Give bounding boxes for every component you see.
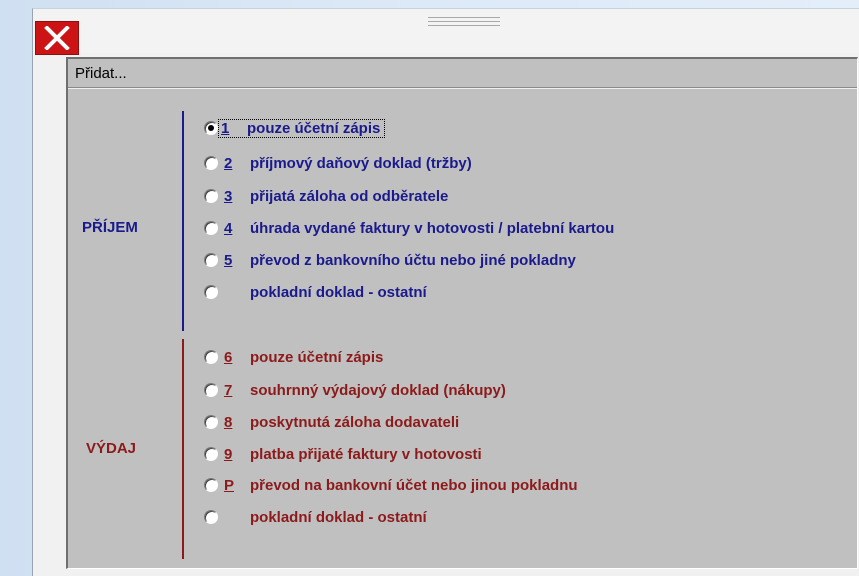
title-bar[interactable] <box>33 9 859 55</box>
expense-option-p[interactable]: P převod na bankovní účet nebo jinou pok… <box>204 474 578 496</box>
close-icon <box>44 26 70 50</box>
income-option-1[interactable]: 1 pouze účetní zápis <box>204 117 386 139</box>
radio-button[interactable] <box>204 350 218 364</box>
option-key: 2 <box>224 154 233 172</box>
expense-option-6[interactable]: 6 pouze účetní zápis <box>204 346 383 368</box>
option-label: převod z bankovního účtu nebo jiné pokla… <box>250 251 576 269</box>
option-label: pokladní doklad - ostatní <box>250 508 427 526</box>
income-divider <box>182 111 184 331</box>
expense-divider <box>182 339 184 559</box>
option-label: převod na bankovní účet nebo jinou pokla… <box>250 476 578 494</box>
close-button[interactable] <box>35 21 79 55</box>
radio-button[interactable] <box>204 415 218 429</box>
radio-button[interactable] <box>204 189 218 203</box>
expense-option-9[interactable]: 9 platba přijaté faktury v hotovosti <box>204 443 482 465</box>
option-label: souhrnný výdajový doklad (nákupy) <box>250 381 506 399</box>
expense-option-7[interactable]: 7 souhrnný výdajový doklad (nákupy) <box>204 379 506 401</box>
option-key: 3 <box>224 187 233 205</box>
option-label: pokladní doklad - ostatní <box>250 283 427 301</box>
option-key: 6 <box>224 348 233 366</box>
option-label: úhrada vydané faktury v hotovosti / plat… <box>250 219 615 237</box>
income-option-other[interactable]: pokladní doklad - ostatní <box>204 281 427 303</box>
option-key: 8 <box>224 413 233 431</box>
add-panel: Přidat... PŘÍJEM VÝDAJ 1 pouze účetní zá… <box>66 57 858 569</box>
radio-button[interactable] <box>204 510 218 524</box>
radio-button[interactable] <box>204 447 218 461</box>
income-group-label: PŘÍJEM <box>82 219 138 236</box>
option-label: přijatá záloha od odběratele <box>250 187 449 205</box>
option-label: poskytnutá záloha dodavateli <box>250 413 460 431</box>
expense-option-8[interactable]: 8 poskytnutá záloha dodavateli <box>204 411 459 433</box>
option-key: 1 <box>221 119 230 137</box>
expense-option-other[interactable]: pokladní doklad - ostatní <box>204 506 427 528</box>
option-label: platba přijaté faktury v hotovosti <box>250 445 482 463</box>
radio-button[interactable] <box>204 221 218 235</box>
option-key: P <box>224 476 235 494</box>
expense-group-label: VÝDAJ <box>86 440 137 457</box>
option-key: 7 <box>224 381 233 399</box>
radio-button[interactable] <box>204 285 218 299</box>
radio-button[interactable] <box>204 121 218 135</box>
option-label: příjmový daňový doklad (tržby) <box>250 154 472 172</box>
option-key: 4 <box>224 219 233 237</box>
radio-button[interactable] <box>204 253 218 267</box>
option-label: pouze účetní zápis <box>250 348 384 366</box>
dialog-window: Přidat... PŘÍJEM VÝDAJ 1 pouze účetní zá… <box>32 8 859 576</box>
income-option-2[interactable]: 2 příjmový daňový doklad (tržby) <box>204 152 472 174</box>
income-option-5[interactable]: 5 převod z bankovního účtu nebo jiné pok… <box>204 249 576 271</box>
option-key: 5 <box>224 251 233 269</box>
radio-button[interactable] <box>204 383 218 397</box>
panel-title: Přidat... <box>75 65 127 82</box>
panel-header: Přidat... <box>68 59 857 88</box>
option-label: pouze účetní zápis <box>247 119 381 137</box>
radio-button[interactable] <box>204 478 218 492</box>
income-option-4[interactable]: 4 úhrada vydané faktury v hotovosti / pl… <box>204 217 614 239</box>
drag-grip-icon[interactable] <box>428 17 500 31</box>
radio-button[interactable] <box>204 156 218 170</box>
option-key: 9 <box>224 445 233 463</box>
income-option-3[interactable]: 3 přijatá záloha od odběratele <box>204 185 448 207</box>
